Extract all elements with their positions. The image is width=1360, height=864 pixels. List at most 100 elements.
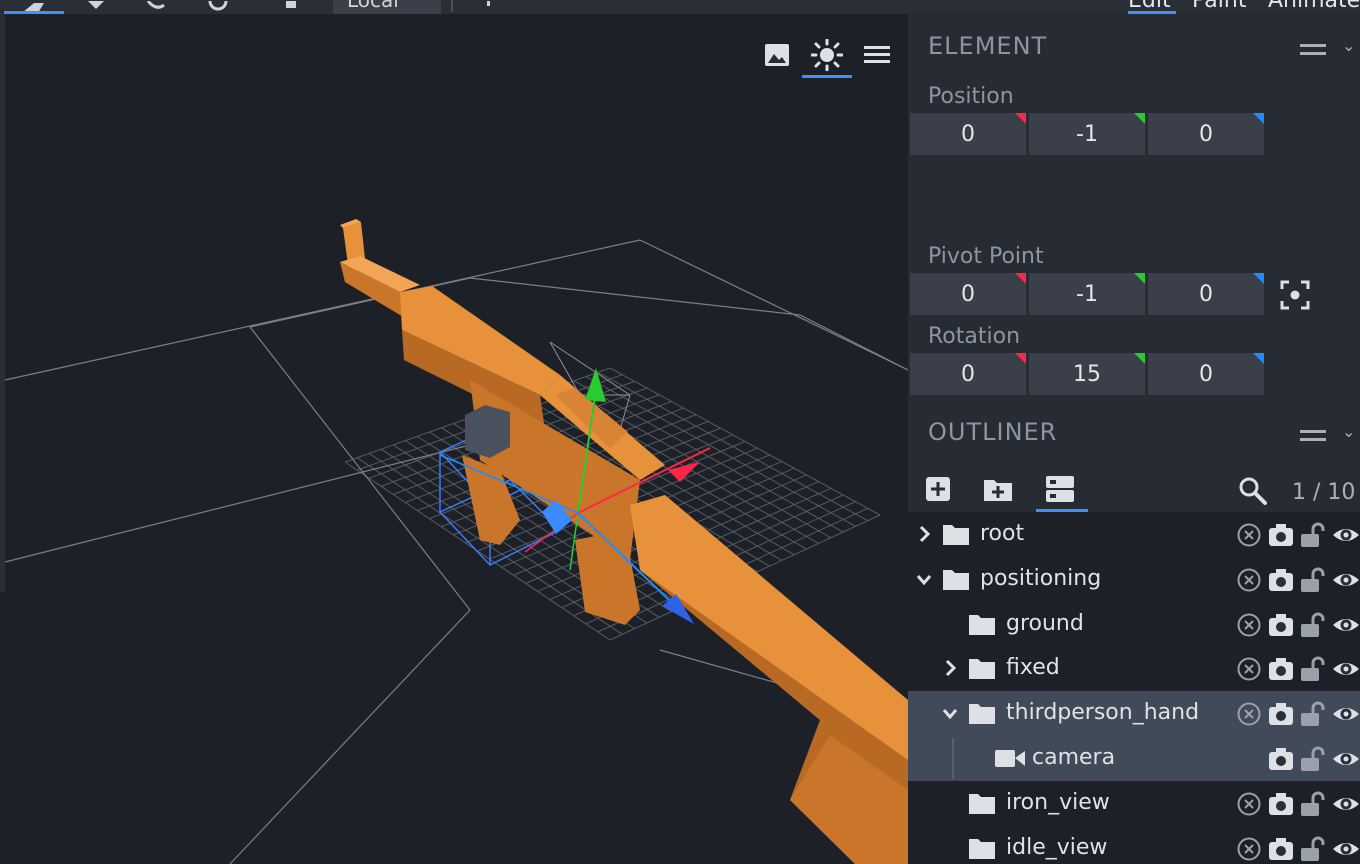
outliner-row-positioning[interactable]: positioning (908, 557, 1360, 602)
transform-space-select[interactable]: Local (333, 0, 441, 14)
visibility-eye-icon[interactable] (1332, 701, 1359, 727)
viewport-menu-button[interactable] (852, 34, 902, 76)
outliner-row-ground[interactable]: ground (908, 602, 1360, 647)
camera-lock-icon[interactable] (1268, 567, 1294, 593)
element-panel-title: ELEMENT (928, 32, 1048, 60)
top-toolbar: Local Edit Paint Animate (0, 0, 1360, 14)
outliner-row-thirdperson-hand[interactable]: thirdperson_hand (908, 691, 1360, 737)
outliner-panel-header: OUTLINER ⌄ (908, 410, 1360, 460)
3d-viewport[interactable] (0, 14, 908, 864)
lock-open-icon[interactable] (1300, 567, 1326, 593)
lock-open-icon[interactable] (1300, 701, 1326, 727)
export-toggle-icon[interactable] (1236, 567, 1262, 593)
sidebar-edge (0, 14, 5, 592)
export-toggle-icon[interactable] (1236, 701, 1262, 727)
chevron-right-icon[interactable] (940, 658, 960, 678)
camera-lock-icon[interactable] (1268, 746, 1294, 772)
outliner-row-label: camera (1032, 745, 1116, 770)
row-toggles (1234, 701, 1360, 727)
chevron-down-icon[interactable] (914, 569, 934, 589)
camera-lock-icon[interactable] (1268, 656, 1294, 682)
export-toggle-icon[interactable] (1236, 656, 1262, 682)
vertex-snap-button[interactable] (284, 0, 298, 14)
lock-open-icon[interactable] (1300, 656, 1326, 682)
rotation-z-input[interactable]: 0 (1148, 353, 1264, 395)
pivot-x-input[interactable]: 0 (910, 273, 1026, 315)
folder-icon (943, 525, 969, 545)
row-toggles (1234, 746, 1360, 772)
outliner-tree[interactable]: root positioning ground fixed thirdperson_ha… (908, 512, 1360, 864)
lighting-toggle-button[interactable] (802, 34, 852, 78)
visibility-eye-icon[interactable] (1332, 791, 1359, 817)
export-toggle-icon[interactable] (1236, 612, 1262, 638)
folder-icon (969, 659, 995, 680)
outliner-search-button[interactable] (1238, 476, 1268, 506)
visibility-eye-icon[interactable] (1332, 522, 1359, 548)
chevron-right-icon[interactable] (914, 524, 934, 544)
add-cube-icon (926, 477, 950, 501)
camera-lock-icon[interactable] (1268, 522, 1294, 548)
outliner-row-label: idle_view (1006, 834, 1108, 860)
outliner-row-label: iron_view (1006, 789, 1110, 815)
export-toggle-icon[interactable] (1236, 836, 1262, 862)
camera-lock-icon[interactable] (1268, 791, 1294, 817)
folder-icon (943, 569, 969, 590)
row-toggles (1234, 791, 1360, 817)
visibility-eye-icon[interactable] (1332, 612, 1359, 638)
pivot-tool-button[interactable] (205, 0, 231, 14)
visibility-eye-icon[interactable] (1332, 567, 1359, 593)
outliner-row-iron-view[interactable]: iron_view (908, 781, 1360, 826)
panel-menu-icon[interactable] (1300, 430, 1326, 444)
camera-lock-icon[interactable] (1268, 612, 1294, 638)
toggle-options-button[interactable] (1036, 472, 1088, 512)
folder-icon (969, 838, 995, 859)
outliner-row-label: ground (1006, 610, 1084, 636)
camera-lock-icon[interactable] (1268, 701, 1294, 727)
export-toggle-icon[interactable] (1236, 791, 1262, 817)
visibility-eye-icon[interactable] (1332, 836, 1359, 862)
pivot-z-input[interactable]: 0 (1148, 273, 1264, 315)
collapse-chevron-icon[interactable]: ⌄ (1342, 36, 1355, 55)
background-image-button[interactable] (752, 34, 802, 76)
camera-lock-icon[interactable] (1268, 836, 1294, 862)
position-y-input[interactable]: -1 (1029, 113, 1145, 155)
outliner-row-idle-view[interactable]: idle_view (908, 826, 1360, 864)
row-toggles (1234, 656, 1360, 682)
folder-icon (969, 614, 995, 635)
lock-open-icon[interactable] (1300, 522, 1326, 548)
position-z-input[interactable]: 0 (1148, 113, 1264, 155)
lock-open-icon[interactable] (1300, 612, 1326, 638)
add-cube-button[interactable] (918, 472, 958, 506)
center-pivot-button[interactable] (1280, 280, 1310, 310)
search-icon (1239, 477, 1267, 505)
resize-tool-button[interactable] (84, 0, 110, 14)
position-inputs: 0 -1 0 (910, 113, 1264, 155)
rotate-tool-button[interactable] (144, 0, 170, 14)
row-toggles (1234, 612, 1360, 638)
export-toggle-icon[interactable] (1236, 522, 1262, 548)
lock-open-icon[interactable] (1300, 746, 1326, 772)
tab-paint[interactable]: Paint (1192, 0, 1246, 13)
panel-menu-icon[interactable] (1300, 44, 1326, 58)
toggle-options-icon (1046, 476, 1074, 502)
outliner-row-root[interactable]: root (908, 512, 1360, 557)
position-x-input[interactable]: 0 (910, 113, 1026, 155)
element-panel-header: ELEMENT ⌄ (908, 24, 1360, 74)
position-label: Position (928, 84, 1014, 109)
outliner-row-fixed[interactable]: fixed (908, 646, 1360, 691)
lock-open-icon[interactable] (1300, 836, 1326, 862)
pivot-y-input[interactable]: -1 (1029, 273, 1145, 315)
toolbar-divider (451, 0, 453, 12)
move-tool-button[interactable] (4, 0, 64, 14)
rotation-x-input[interactable]: 0 (910, 353, 1026, 395)
add-group-button[interactable] (978, 472, 1018, 506)
outliner-row-camera[interactable]: camera (908, 736, 1360, 781)
lock-open-icon[interactable] (1300, 791, 1326, 817)
visibility-eye-icon[interactable] (1332, 656, 1359, 682)
visibility-eye-icon[interactable] (1332, 746, 1359, 772)
collapse-chevron-icon[interactable]: ⌄ (1342, 422, 1355, 441)
chevron-down-icon[interactable] (940, 703, 960, 723)
scene-canvas[interactable] (0, 14, 908, 864)
rotation-y-input[interactable]: 15 (1029, 353, 1145, 395)
tab-animate[interactable]: Animate (1268, 0, 1360, 13)
